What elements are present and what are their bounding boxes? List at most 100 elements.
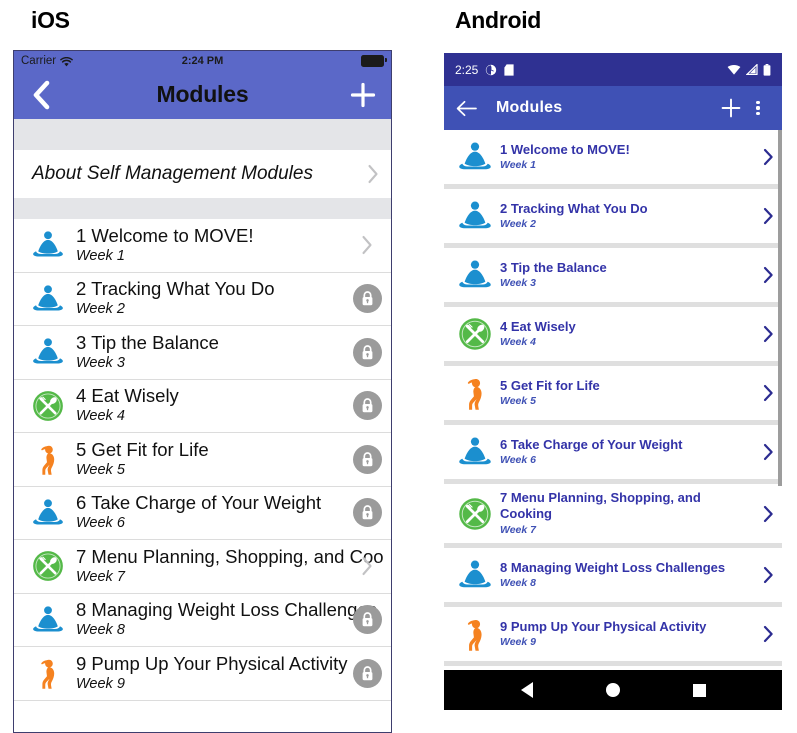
lock-icon	[362, 665, 372, 680]
module-text: 7 Menu Planning, Shopping, and CookingWe…	[500, 490, 754, 537]
module-week: Week 7	[500, 523, 536, 536]
add-button[interactable]	[348, 80, 378, 110]
android-app-bar: Modules	[444, 86, 782, 130]
module-text: 9 Pump Up Your Physical Activity Week 9	[76, 654, 383, 693]
ios-module-row[interactable]: 9 Pump Up Your Physical Activity Week 9	[14, 647, 391, 701]
module-week: Week 3	[76, 354, 125, 371]
module-title: 3 Tip the Balance	[500, 259, 607, 275]
back-button[interactable]	[456, 100, 484, 117]
about-self-management-row[interactable]: About Self Management Modules	[14, 150, 391, 198]
module-icon	[28, 225, 68, 265]
android-module-card[interactable]: 8 Managing Weight Loss Challenges Week 8	[444, 548, 782, 603]
scrollbar-thumb[interactable]	[778, 130, 782, 487]
module-icon	[28, 332, 68, 372]
row-accessory	[349, 326, 385, 379]
meditation-icon	[459, 201, 491, 229]
module-icon	[28, 493, 68, 533]
nav-home-circle-icon[interactable]	[605, 683, 620, 697]
ios-module-row[interactable]: 6 Take Charge of Your Weight Week 6	[14, 487, 391, 540]
scrollbar[interactable]	[778, 130, 782, 670]
meditation-icon	[33, 338, 63, 364]
module-icon	[450, 195, 500, 237]
android-status-left: 2:25	[455, 63, 514, 77]
chevron-right-icon	[763, 626, 773, 643]
lock-icon	[362, 505, 372, 520]
module-text: 6 Take Charge of Your Weight Week 6	[500, 437, 754, 468]
android-module-card[interactable]: 7 Menu Planning, Shopping, and Cooking We…	[444, 484, 782, 544]
meditation-icon	[33, 606, 63, 632]
wifi-icon	[727, 64, 741, 75]
module-title: 9 Pump Up Your Physical Activity	[76, 653, 348, 674]
meditation-icon	[459, 560, 491, 588]
chevron-right-icon	[362, 557, 372, 576]
module-icon	[28, 653, 68, 693]
cell-signal-icon	[746, 64, 758, 75]
ios-module-row[interactable]: 7 Menu Planning, Shopping, and CookingWe…	[14, 540, 391, 594]
lock-badge	[352, 284, 382, 314]
disclosure-indicator	[361, 556, 373, 576]
more-vertical-icon	[756, 100, 760, 116]
lock-icon	[362, 291, 372, 306]
android-module-card[interactable]: 6 Take Charge of Your Weight Week 6	[444, 425, 782, 479]
module-text: 8 Managing Weight Loss Challenges Week 8	[76, 600, 383, 639]
android-navigation-bar[interactable]	[444, 670, 782, 710]
meditation-icon	[459, 142, 491, 170]
ios-module-row[interactable]: 8 Managing Weight Loss Challenges Week 8	[14, 594, 391, 647]
lock-badge	[352, 444, 382, 474]
arrow-left-icon	[456, 100, 477, 116]
ios-module-row[interactable]: 3 Tip the Balance Week 3	[14, 326, 391, 380]
chevron-right-icon	[763, 325, 773, 343]
module-title: 8 Managing Weight Loss Challenges	[76, 600, 377, 621]
ios-status-right	[361, 54, 387, 67]
android-module-card[interactable]: 10 Conquer Triggers and CuesWeek 10	[444, 666, 782, 670]
module-title: 5 Get Fit for Life	[76, 439, 209, 460]
module-title: 3 Tip the Balance	[76, 332, 219, 353]
android-module-card[interactable]: 3 Tip the Balance Week 3	[444, 248, 782, 302]
plus-icon	[350, 82, 376, 107]
ios-module-row[interactable]: 1 Welcome to MOVE! Week 1	[14, 219, 391, 273]
ios-nav-bar: Modules	[14, 70, 391, 119]
ios-module-row[interactable]: 2 Tracking What You Do Week 2	[14, 273, 391, 326]
nav-recents-square-icon[interactable]	[692, 683, 706, 697]
module-icon	[28, 439, 68, 479]
module-week: Week 4	[76, 408, 125, 425]
android-modules-list[interactable]: 1 Welcome to MOVE! Week 1 2 Tracking What…	[444, 130, 782, 670]
nav-back-triangle-icon[interactable]	[520, 682, 533, 698]
ios-panel-caption: iOS	[31, 7, 70, 33]
row-accessory	[349, 433, 385, 486]
module-week: Week 9	[76, 675, 125, 692]
android-module-card[interactable]: 9 Pump Up Your Physical Activity Week 9	[444, 607, 782, 662]
row-accessory[interactable]	[349, 540, 385, 593]
android-panel-caption: Android	[455, 7, 542, 33]
chevron-right-icon	[763, 443, 773, 461]
meditation-icon	[459, 260, 491, 288]
android-module-card[interactable]: 2 Tracking What You Do Week 2	[444, 189, 782, 243]
module-text: 2 Tracking What You Do Week 2	[500, 201, 754, 232]
ios-modules-list[interactable]: 1 Welcome to MOVE! Week 1 2 Tracking What…	[14, 219, 391, 701]
chevron-right-icon	[763, 266, 773, 284]
lock-icon	[362, 451, 372, 466]
row-accessory	[349, 273, 385, 326]
chevron-right-icon	[367, 164, 379, 184]
module-text: 4 Eat Wisely Week 4	[76, 386, 383, 425]
android-module-card[interactable]: 1 Welcome to MOVE! Week 1	[444, 130, 782, 184]
ios-section-gap-top	[14, 119, 391, 150]
module-text: 3 Tip the Balance Week 3	[500, 260, 754, 291]
module-week: Week 5	[500, 394, 536, 407]
row-accessory[interactable]	[349, 219, 385, 272]
lock-icon	[362, 344, 372, 359]
overflow-menu-button[interactable]	[746, 100, 770, 116]
module-week: Week 8	[76, 622, 125, 639]
android-module-card[interactable]: 5 Get Fit for Life Week 5	[444, 366, 782, 420]
add-button[interactable]	[716, 98, 746, 118]
module-icon	[450, 136, 500, 178]
page-title: Modules	[496, 99, 563, 116]
row-accessory	[349, 487, 385, 540]
disclosure-indicator	[361, 235, 373, 255]
android-module-card[interactable]: 4 Eat Wisely Week 4	[444, 307, 782, 361]
module-text: 7 Menu Planning, Shopping, and CookingWe…	[76, 547, 383, 586]
android-list-container[interactable]: 1 Welcome to MOVE! Week 1 2 Tracking What…	[444, 130, 782, 670]
ios-module-row[interactable]: 5 Get Fit for Life Week 5	[14, 433, 391, 487]
ios-module-row[interactable]: 4 Eat Wisely Week 4	[14, 380, 391, 433]
module-icon	[450, 254, 500, 296]
